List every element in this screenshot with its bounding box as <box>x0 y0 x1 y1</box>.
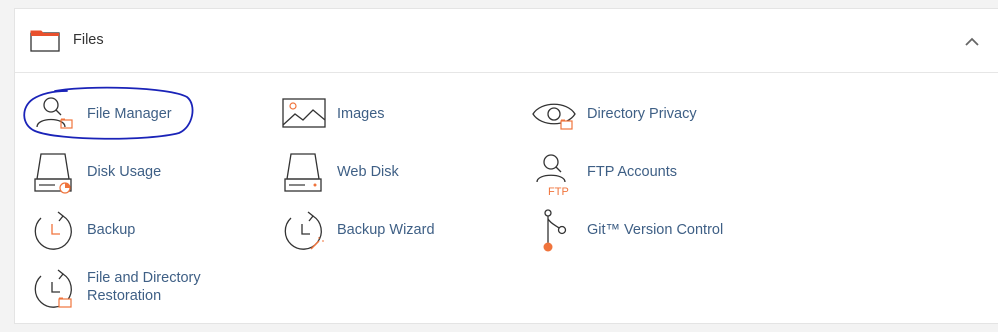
ftp-accounts-link[interactable]: FTP FTP Accounts <box>531 151 701 197</box>
git-branch-icon <box>543 209 567 252</box>
backup-wizard-label: Backup Wizard <box>337 222 435 238</box>
files-panel: Files File Manager Images Directory Priv… <box>14 8 998 324</box>
ftp-accounts-label: FTP Accounts <box>587 164 677 180</box>
eye-folder-icon <box>532 103 576 130</box>
web-disk-link[interactable]: Web Disk <box>281 151 421 197</box>
clock-folder-icon <box>34 269 72 308</box>
directory-privacy-label: Directory Privacy <box>587 106 697 122</box>
image-icon <box>282 98 326 128</box>
file-directory-restoration-link[interactable]: File and Directory Restoration <box>31 267 231 313</box>
chevron-up-icon[interactable] <box>964 34 980 48</box>
clock-wand-icon <box>284 211 324 250</box>
file-manager-label: File Manager <box>87 106 172 122</box>
user-folder-icon <box>36 97 73 129</box>
directory-privacy-link[interactable]: Directory Privacy <box>531 93 711 139</box>
git-version-control-label: Git™ Version Control <box>587 222 724 238</box>
git-version-control-link[interactable]: Git™ Version Control <box>531 209 751 255</box>
backup-label: Backup <box>87 222 136 238</box>
images-label: Images <box>337 106 385 122</box>
svg-text:FTP: FTP <box>548 186 569 197</box>
disk-icon <box>284 153 322 192</box>
images-link[interactable]: Images <box>281 93 401 139</box>
section-title: Files <box>73 32 104 48</box>
user-ftp-icon: FTP <box>536 154 569 197</box>
file-directory-restoration-label-line2: Restoration <box>87 288 162 304</box>
file-directory-restoration-label-line1: File and Directory <box>87 270 201 286</box>
clock-refresh-icon <box>34 211 72 250</box>
disk-pie-icon <box>34 153 72 194</box>
disk-usage-label: Disk Usage <box>87 164 162 180</box>
disk-usage-link[interactable]: Disk Usage <box>31 151 181 197</box>
file-manager-link[interactable]: File Manager <box>31 93 191 139</box>
folder-icon <box>30 30 60 52</box>
backup-link[interactable]: Backup <box>31 209 161 255</box>
backup-wizard-link[interactable]: Backup Wizard <box>281 209 451 255</box>
panel-header[interactable]: Files <box>15 9 998 73</box>
web-disk-label: Web Disk <box>337 164 399 180</box>
